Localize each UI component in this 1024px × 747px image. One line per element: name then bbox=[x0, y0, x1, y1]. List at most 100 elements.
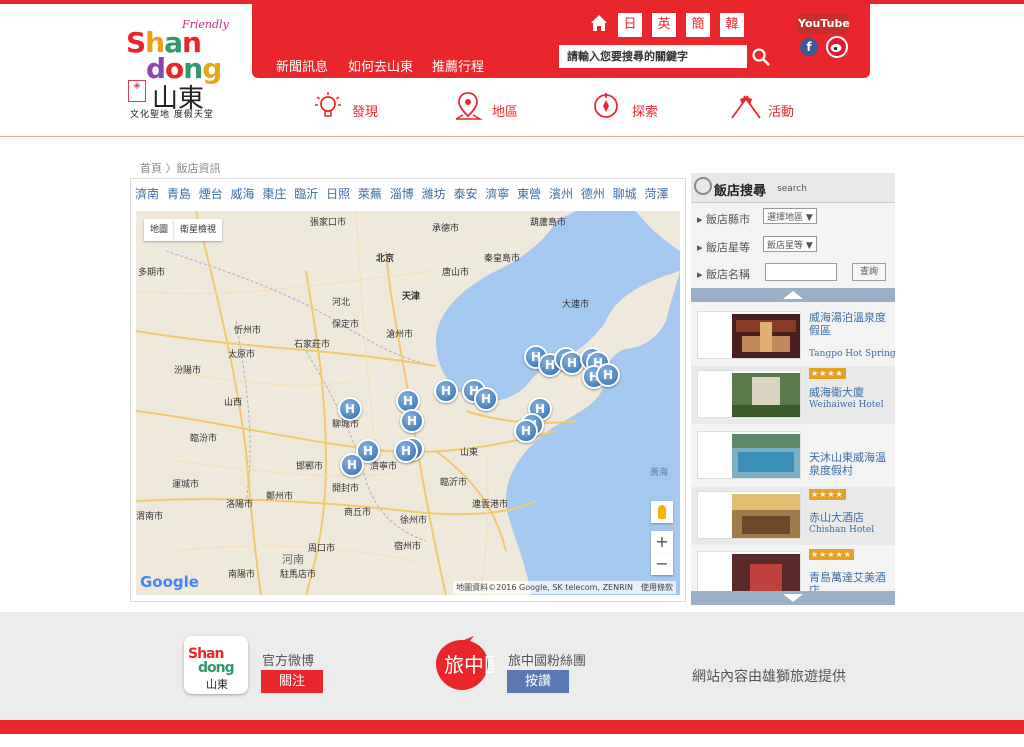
star-select-label: ▸ 飯店星等 bbox=[697, 241, 751, 254]
city-link[interactable]: 臨沂 bbox=[294, 187, 318, 201]
hotel-list-item[interactable]: 威海湯泊溫泉度假區 Tangpo Hot Spring bbox=[691, 307, 896, 365]
city-link[interactable]: 濟寧 bbox=[485, 187, 509, 201]
lang-english-button[interactable]: 英 bbox=[652, 13, 676, 37]
city-link[interactable]: 淄博 bbox=[390, 187, 414, 201]
icon-nav-region[interactable]: 地區 bbox=[452, 90, 532, 122]
home-icon[interactable] bbox=[590, 14, 608, 32]
like-button[interactable]: 按讚 bbox=[507, 670, 569, 693]
map-label: 大連市 bbox=[562, 300, 590, 310]
hotel-photo bbox=[732, 554, 800, 591]
city-link[interactable]: 威海 bbox=[231, 187, 255, 201]
hotel-photo bbox=[732, 373, 800, 417]
follow-button[interactable]: 關注 bbox=[261, 670, 323, 693]
zoom-out-button[interactable]: − bbox=[651, 553, 673, 575]
hotel-search-title: 飯店搜尋 bbox=[714, 184, 767, 199]
map-label: 河南 bbox=[282, 553, 304, 566]
hotel-list-item[interactable]: ★★★★ 威海衛大廈 Weihaiwei Hotel bbox=[691, 366, 895, 424]
list-scroll-down-button[interactable] bbox=[691, 591, 895, 605]
lvxing-logo-text: 旅中國 bbox=[444, 653, 494, 677]
facebook-icon[interactable]: f bbox=[800, 38, 818, 56]
icon-nav-label: 地區 bbox=[492, 105, 519, 120]
logo-slogan: 文化聖地 度假天堂 bbox=[130, 110, 214, 120]
city-link[interactable]: 聊城 bbox=[613, 187, 637, 201]
lang-korean-button[interactable]: 韓 bbox=[720, 13, 744, 37]
hotel-marker[interactable]: H bbox=[474, 387, 498, 411]
icon-nav-label: 活動 bbox=[768, 105, 795, 120]
nav-news[interactable]: 新聞訊息 bbox=[276, 56, 328, 75]
breadcrumb: 首頁 〉飯店資訊 bbox=[140, 162, 221, 175]
lang-simplified-button[interactable]: 簡 bbox=[686, 13, 710, 37]
youtube-icon[interactable]: YouTube bbox=[798, 14, 850, 34]
lang-japanese-button[interactable]: 日 bbox=[618, 13, 642, 37]
hotel-marker[interactable]: H bbox=[400, 409, 424, 433]
hotel-marker[interactable]: H bbox=[514, 419, 538, 443]
map-label: 葫蘆島市 bbox=[530, 218, 567, 228]
street-view-pegman-icon[interactable] bbox=[651, 501, 673, 523]
hotel-thumbnail bbox=[697, 311, 801, 359]
weibo-icon[interactable] bbox=[826, 36, 848, 58]
hotel-list-item[interactable]: 天沐山東威海溫泉度假村 bbox=[691, 427, 895, 485]
city-link[interactable]: 日照 bbox=[326, 187, 350, 201]
nav-how-to-go[interactable]: 如何去山東 bbox=[348, 56, 413, 75]
hotel-marker[interactable]: H bbox=[596, 363, 620, 387]
city-select[interactable]: 選擇地區 ▼ bbox=[763, 208, 817, 224]
hotel-search-title-en: search bbox=[777, 184, 807, 194]
icon-nav-label: 探索 bbox=[632, 105, 659, 120]
query-button[interactable]: 查詢 bbox=[852, 263, 886, 281]
hotel-photo bbox=[732, 434, 800, 478]
city-link[interactable]: 泰安 bbox=[453, 187, 477, 201]
city-link[interactable]: 菏澤 bbox=[645, 187, 669, 201]
nav-itinerary[interactable]: 推薦行程 bbox=[432, 56, 484, 75]
header-divider bbox=[0, 136, 1024, 137]
city-link[interactable]: 濱州 bbox=[549, 187, 573, 201]
icon-nav-explore[interactable]: 探索 bbox=[592, 90, 672, 122]
star-rating: ★★★★ bbox=[809, 368, 846, 379]
city-link[interactable]: 萊蕪 bbox=[358, 187, 382, 201]
hotel-thumbnail bbox=[697, 551, 801, 591]
logo-seal-icon: ◈ bbox=[128, 80, 146, 102]
map-panel: 濟南 青島 煙台 威海 棗庄 臨沂 日照 萊蕪 淄博 濰坊 泰安 濟寧 東營 濱… bbox=[130, 178, 686, 602]
hotel-marker[interactable]: H bbox=[434, 379, 458, 403]
zoom-in-button[interactable]: + bbox=[651, 531, 673, 553]
hotel-name-zh: 威海湯泊溫泉度假區 bbox=[809, 311, 886, 337]
search-icon[interactable] bbox=[752, 48, 770, 66]
hotel-name-input[interactable] bbox=[765, 263, 837, 281]
city-link[interactable]: 青島 bbox=[167, 187, 191, 201]
hotel-name-zh: 青島萬達艾美酒店 bbox=[809, 571, 886, 591]
compass-icon bbox=[594, 93, 618, 118]
icon-nav-events[interactable]: 活動 bbox=[728, 90, 808, 122]
google-map[interactable]: 張家口市 承德市 葫蘆島市 北京 唐山市 秦皇島市 天津 多期市 保定市 大連市… bbox=[136, 211, 680, 595]
city-link[interactable]: 東營 bbox=[517, 187, 541, 201]
hotel-list-item[interactable]: ★★★★★ 青島萬達艾美酒店 bbox=[691, 547, 895, 591]
shandong-logo[interactable]: Friendly Shan dong ◈ 山東 文化聖地 度假天堂 bbox=[124, 14, 234, 124]
list-scroll-up-button[interactable] bbox=[691, 288, 895, 302]
city-link[interactable]: 煙台 bbox=[199, 187, 223, 201]
city-link[interactable]: 濟南 bbox=[135, 187, 159, 201]
hotel-marker[interactable]: H bbox=[338, 397, 362, 421]
weibo-label: 官方微博 bbox=[262, 654, 315, 669]
footer: Shan dong 山東 官方微博 關注 旅中國 旅中國粉絲團 按讚 網站內容由… bbox=[0, 612, 1024, 720]
footer-shandong-logo: Shan dong 山東 bbox=[184, 636, 248, 694]
satellite-view-toggle[interactable]: 衛星檢視 bbox=[174, 219, 223, 241]
map-label: 山西 bbox=[224, 398, 243, 408]
city-link[interactable]: 棗庄 bbox=[262, 187, 286, 201]
map-label: 開封市 bbox=[332, 484, 360, 494]
map-label: 臨沂市 bbox=[440, 478, 468, 488]
google-logo: Google bbox=[140, 573, 199, 591]
map-label: 山東 bbox=[460, 448, 479, 458]
hotel-list-item[interactable]: ★★★★ 赤山大酒店 Chishan Hotel bbox=[691, 487, 895, 545]
map-label: 北京 bbox=[376, 254, 395, 264]
hotel-marker[interactable]: H bbox=[340, 453, 364, 477]
city-link[interactable]: 濰坊 bbox=[422, 187, 446, 201]
map-label: 臨汾市 bbox=[190, 434, 218, 444]
city-link[interactable]: 德州 bbox=[581, 187, 605, 201]
star-select[interactable]: 飯店星等 ▼ bbox=[763, 236, 817, 252]
hotel-marker[interactable]: H bbox=[394, 439, 418, 463]
search-input[interactable] bbox=[559, 45, 747, 68]
map-attribution[interactable]: 地圖資料©2016 Google, SK telecom, ZENRIN 使用條… bbox=[453, 581, 676, 594]
flags-icon bbox=[731, 95, 761, 119]
map-view-toggle[interactable]: 地圖 bbox=[144, 219, 175, 241]
hotel-photo bbox=[732, 314, 800, 358]
icon-nav-discover[interactable]: 發現 bbox=[312, 90, 392, 122]
hotel-name-zh: 天沐山東威海溫泉度假村 bbox=[809, 451, 886, 477]
